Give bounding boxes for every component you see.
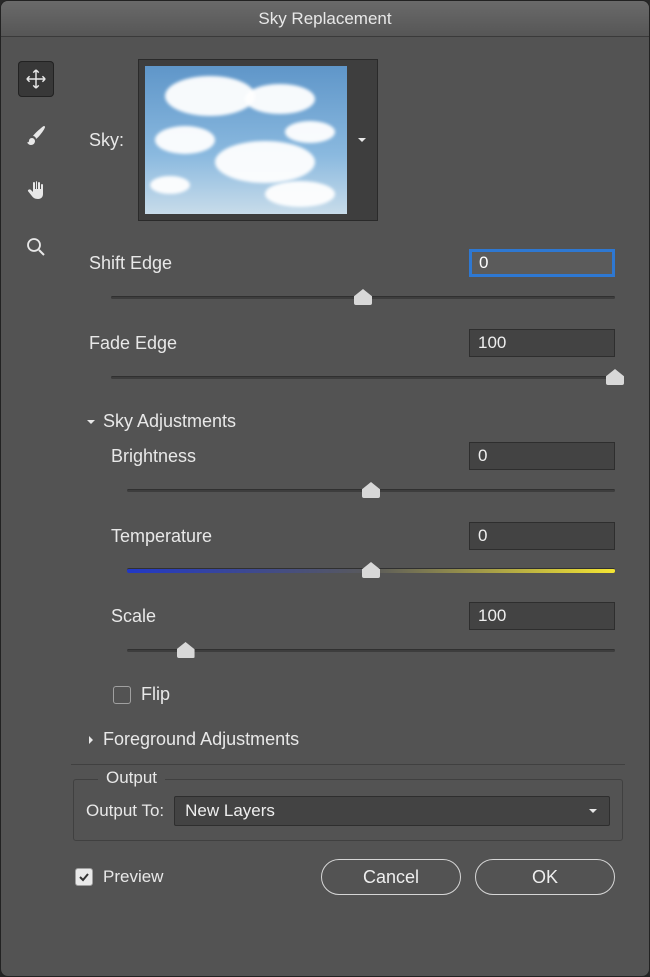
flip-checkbox-row[interactable]: Flip <box>71 678 625 723</box>
move-icon <box>25 68 47 90</box>
ok-button[interactable]: OK <box>475 859 615 895</box>
preview-checkbox[interactable] <box>75 868 93 886</box>
shift-edge-label: Shift Edge <box>89 253 172 274</box>
sky-label: Sky: <box>89 130 124 151</box>
preview-checkbox-row[interactable]: Preview <box>75 867 163 887</box>
slider-thumb[interactable] <box>362 482 380 498</box>
temperature-label: Temperature <box>111 526 212 547</box>
flip-checkbox[interactable] <box>113 686 131 704</box>
hand-tool[interactable] <box>18 173 54 209</box>
scale-slider[interactable] <box>127 640 615 662</box>
scale-label: Scale <box>111 606 156 627</box>
brush-icon <box>24 123 48 147</box>
brush-tool[interactable] <box>18 117 54 153</box>
scale-input[interactable] <box>469 602 615 630</box>
sky-preset-dropdown[interactable] <box>138 59 378 221</box>
chevron-down-icon <box>587 805 599 817</box>
chevron-down-icon <box>85 416 97 428</box>
output-fieldset: Output Output To: New Layers <box>73 779 623 841</box>
chevron-down-icon <box>347 60 377 220</box>
output-to-label: Output To: <box>86 801 164 821</box>
check-icon <box>78 871 90 883</box>
preview-label: Preview <box>103 867 163 887</box>
output-legend: Output <box>98 768 165 788</box>
sky-replacement-dialog: Sky Replacement Sky: <box>0 0 650 977</box>
foreground-adjustments-section[interactable]: Foreground Adjustments <box>71 723 625 756</box>
slider-thumb[interactable] <box>177 642 195 658</box>
window-title: Sky Replacement <box>258 9 391 29</box>
titlebar[interactable]: Sky Replacement <box>1 1 649 37</box>
shift-edge-slider[interactable] <box>111 287 615 309</box>
temperature-slider[interactable] <box>127 560 615 582</box>
output-to-select[interactable]: New Layers <box>174 796 610 826</box>
fade-edge-input[interactable] <box>469 329 615 357</box>
brightness-slider[interactable] <box>127 480 615 502</box>
tool-strip <box>1 37 71 976</box>
temperature-input[interactable] <box>469 522 615 550</box>
sky-thumbnail <box>145 66 347 214</box>
shift-edge-input[interactable] <box>469 249 615 277</box>
brightness-label: Brightness <box>111 446 196 467</box>
slider-thumb[interactable] <box>354 289 372 305</box>
move-tool[interactable] <box>18 61 54 97</box>
slider-thumb[interactable] <box>362 562 380 578</box>
zoom-tool[interactable] <box>18 229 54 265</box>
brightness-input[interactable] <box>469 442 615 470</box>
chevron-right-icon <box>85 734 97 746</box>
divider <box>71 764 625 765</box>
zoom-icon <box>24 235 48 259</box>
hand-icon <box>24 179 48 203</box>
sky-adjustments-section[interactable]: Sky Adjustments <box>71 405 625 438</box>
fade-edge-label: Fade Edge <box>89 333 177 354</box>
fade-edge-slider[interactable] <box>111 367 615 389</box>
flip-label: Flip <box>141 684 170 705</box>
cancel-button[interactable]: Cancel <box>321 859 461 895</box>
slider-thumb[interactable] <box>606 369 624 385</box>
